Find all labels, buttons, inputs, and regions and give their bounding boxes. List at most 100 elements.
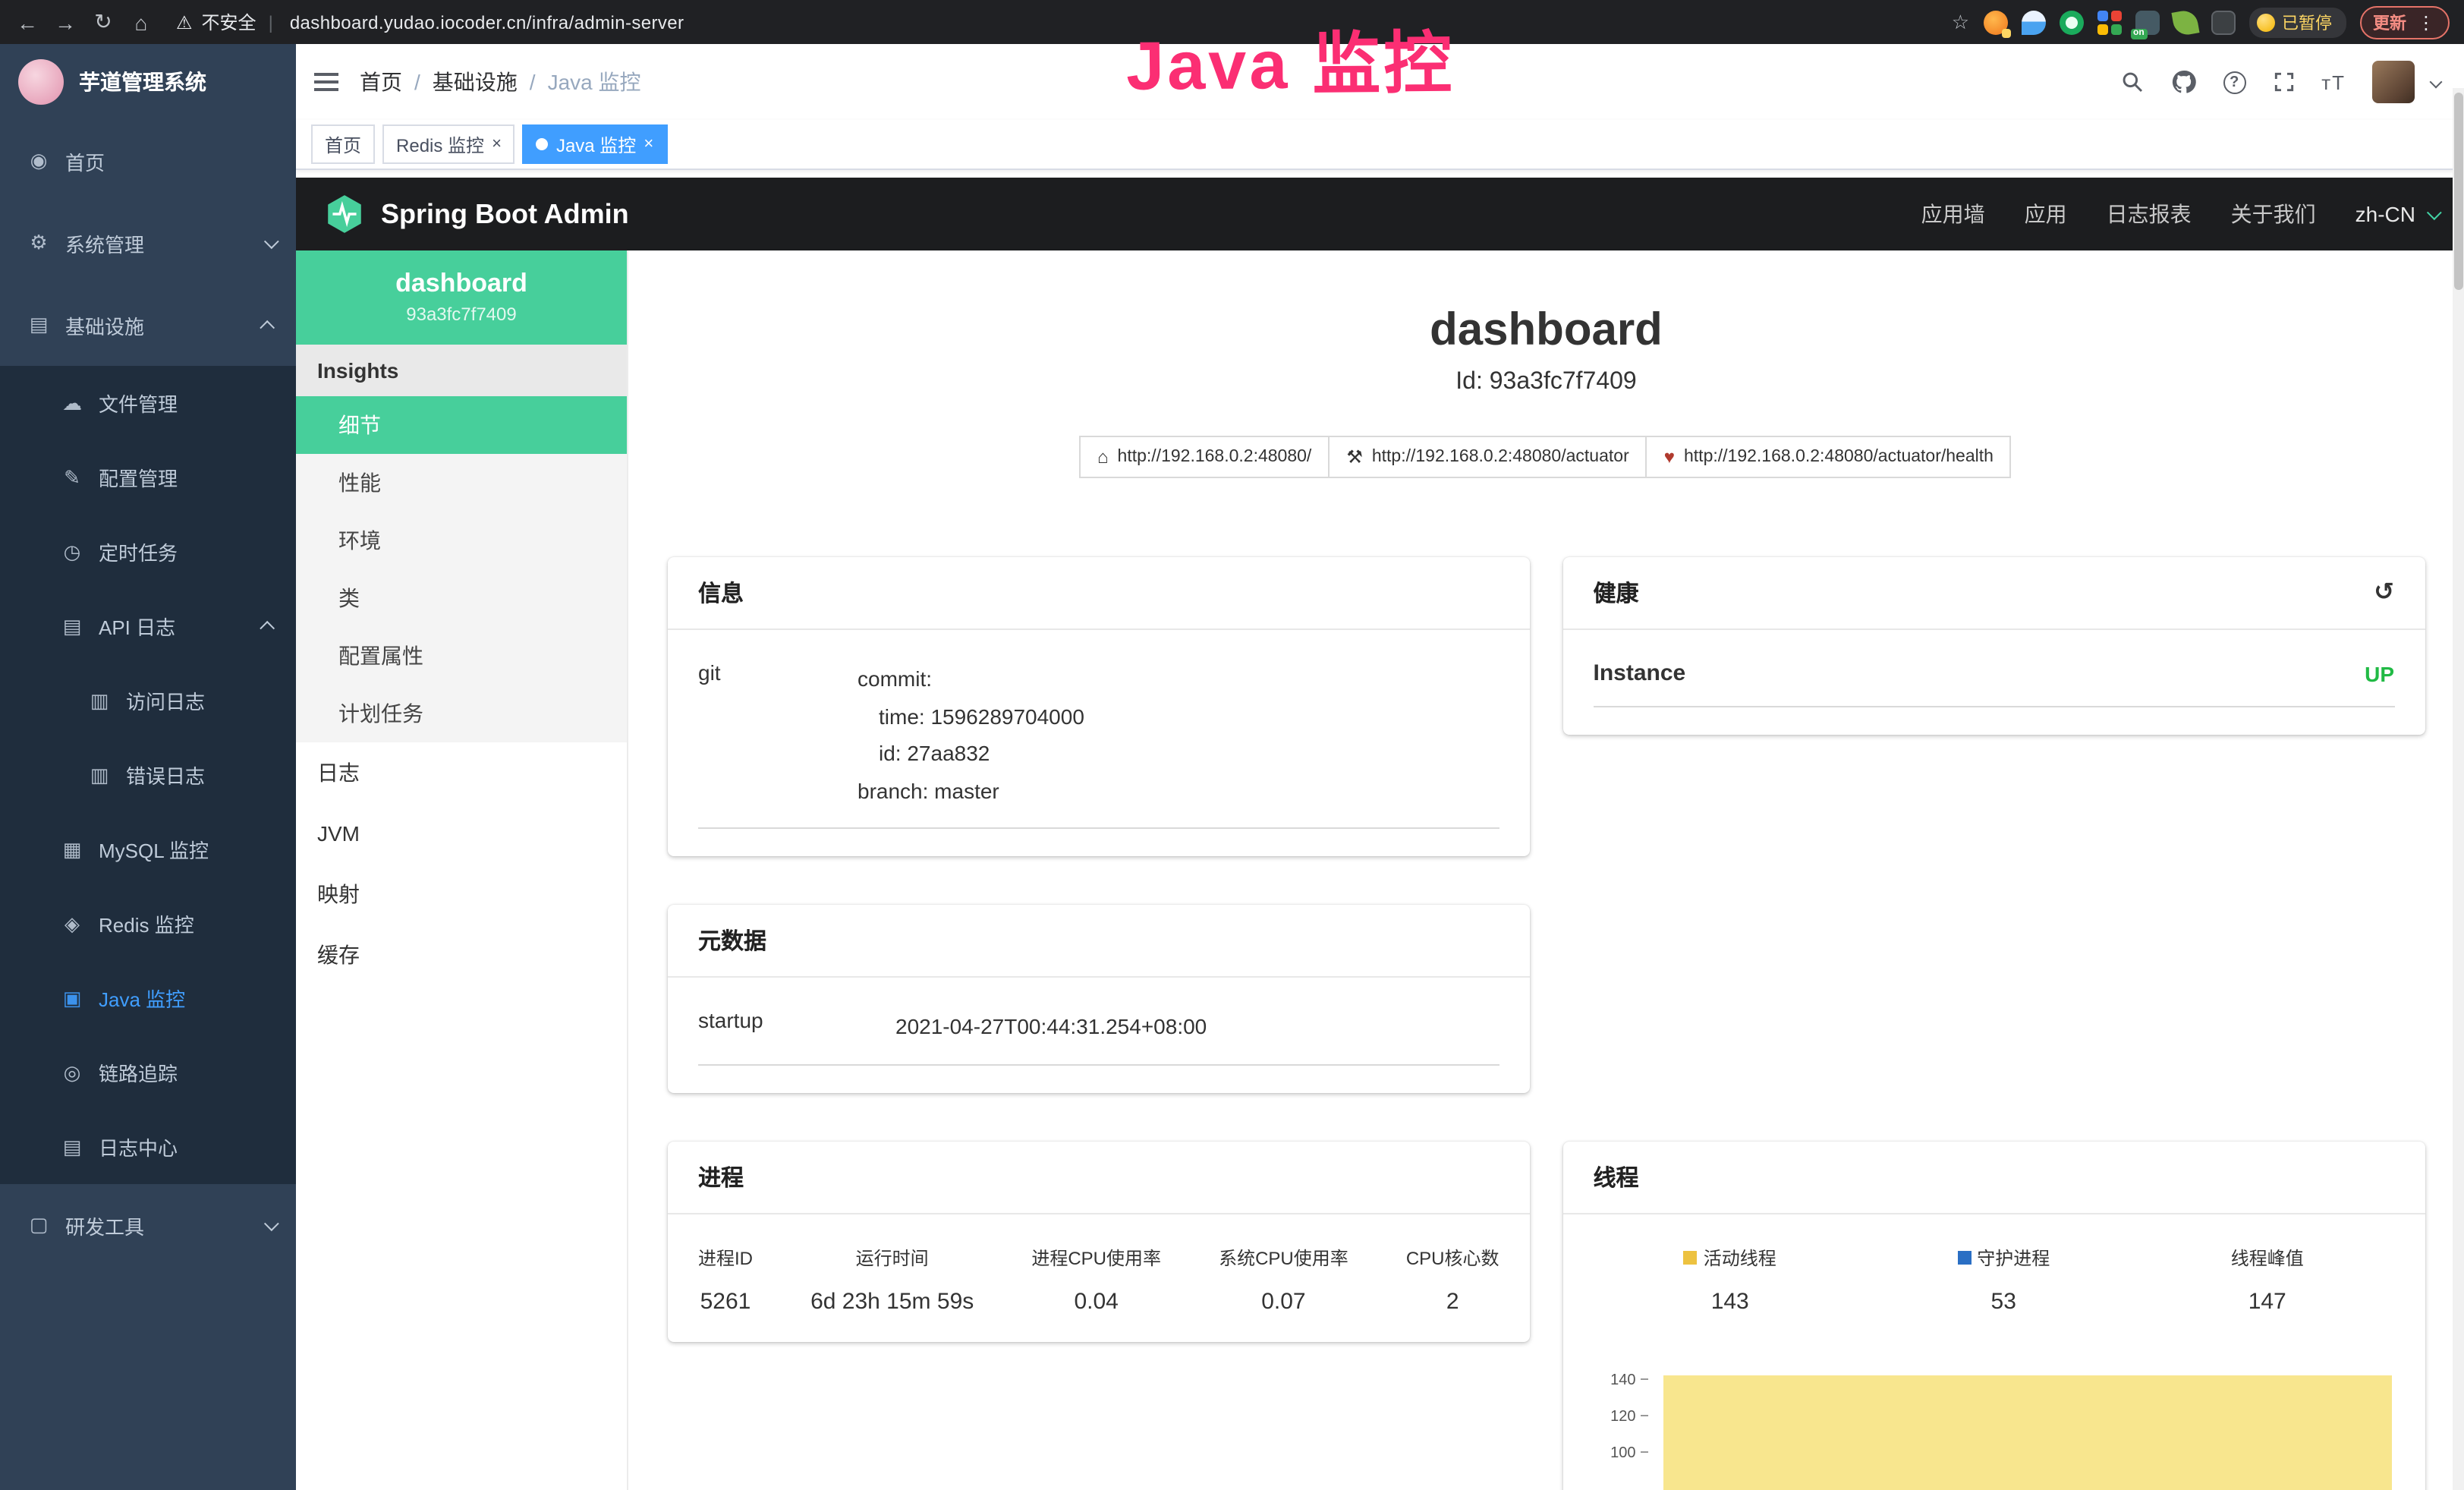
sba-item-logs[interactable]: 日志 <box>296 742 627 803</box>
chevron-down-icon <box>2426 204 2441 219</box>
extension-on-icon[interactable]: on <box>2135 10 2159 34</box>
page-title: dashboard <box>668 305 2425 357</box>
tab-java-monitor[interactable]: Java 监控 × <box>523 124 667 164</box>
health-card-title: 健康 <box>1594 577 1639 609</box>
sba-item-mappings[interactable]: 映射 <box>296 864 627 925</box>
sba-nav-about[interactable]: 关于我们 <box>2231 199 2316 229</box>
address-bar[interactable]: dashboard.yudao.iocoder.cn/infra/admin-s… <box>290 11 684 33</box>
process-card-title: 进程 <box>668 1141 1530 1214</box>
y-tick-100: 100 <box>1594 1444 1648 1461</box>
github-icon[interactable] <box>2170 68 2197 96</box>
security-indicator[interactable]: ⚠ 不安全 | <box>176 9 276 35</box>
scrollbar[interactable] <box>2452 88 2464 1490</box>
sidebar-item-redis-monitor[interactable]: ◈ Redis 监控 <box>0 887 296 961</box>
sba-item-performance[interactable]: 性能 <box>296 454 627 512</box>
forward-icon[interactable]: → <box>53 10 77 34</box>
extension-orange-icon[interactable] <box>1983 10 2007 34</box>
threads-chart: 140 120 100 <box>1594 1372 2395 1490</box>
legend-daemon-threads: 守护进程 53 <box>1957 1244 2050 1314</box>
refresh-icon[interactable]: ↻ <box>91 9 115 35</box>
process-metric-cpu-cores: CPU核心数 2 <box>1406 1244 1499 1314</box>
home-icon: ⌂ <box>1097 446 1109 468</box>
health-instance-row: Instance UP <box>1594 660 2395 707</box>
sidebar-item-log-center[interactable]: ▤ 日志中心 <box>0 1110 296 1184</box>
sba-item-classes[interactable]: 类 <box>296 569 627 627</box>
process-metric-process-cpu: 进程CPU使用率 0.04 <box>1031 1244 1161 1314</box>
heart-icon: ♥ <box>1664 446 1675 468</box>
breadcrumb-home[interactable]: 首页 <box>360 67 402 97</box>
divider: | <box>269 11 273 33</box>
sba-logo-icon <box>323 193 366 235</box>
git-id-line: id: 27aa832 <box>858 735 1499 772</box>
edit-icon: ✎ <box>61 465 83 490</box>
sba-item-details[interactable]: 细节 <box>296 396 627 454</box>
font-size-icon[interactable]: тT <box>2321 71 2346 93</box>
instance-header[interactable]: dashboard 93a3fc7f7409 <box>296 250 627 345</box>
history-icon[interactable]: ↺ <box>2374 581 2394 605</box>
sidebar-item-trace[interactable]: ◎ 链路追踪 <box>0 1035 296 1110</box>
search-icon[interactable] <box>2119 70 2144 94</box>
browser-update-button[interactable]: 更新 ⋮ <box>2359 5 2449 39</box>
sba-item-environment[interactable]: 环境 <box>296 512 627 569</box>
dashboard-icon: ◉ <box>27 149 50 173</box>
threads-card-title: 线程 <box>1563 1141 2425 1214</box>
sidebar-item-infrastructure[interactable]: ▤ 基础设施 <box>0 284 296 366</box>
health-card: 健康 ↺ Instance UP <box>1563 557 2425 735</box>
home-icon[interactable]: ⌂ <box>129 10 153 34</box>
breadcrumb-current: Java 监控 <box>548 67 641 97</box>
sba-item-jvm[interactable]: JVM <box>296 803 627 864</box>
sidebar-item-system[interactable]: ⚙ 系统管理 <box>0 202 296 284</box>
language-selector[interactable]: zh-CN <box>2355 202 2437 226</box>
gear-icon: ⚙ <box>27 231 50 255</box>
script-paused-badge[interactable]: 已暂停 <box>2248 7 2346 37</box>
tab-redis-monitor[interactable]: Redis 监控 × <box>382 124 515 164</box>
sidebar-item-scheduled-jobs[interactable]: ◷ 定时任务 <box>0 515 296 589</box>
extension-green-icon[interactable] <box>2059 10 2083 34</box>
hamburger-icon[interactable] <box>314 73 338 91</box>
sba-nav-journal[interactable]: 日志报表 <box>2107 199 2192 229</box>
fullscreen-icon[interactable] <box>2271 70 2296 94</box>
app-logo-avatar <box>18 59 64 105</box>
user-avatar[interactable] <box>2371 61 2414 103</box>
legend-active-threads: 活动线程 143 <box>1684 1244 1776 1314</box>
actuator-url-link[interactable]: ⚒ http://192.168.0.2:48080/actuator <box>1328 436 1647 478</box>
sba-nav-applications[interactable]: 应用 <box>2025 199 2067 229</box>
sidebar-item-api-log[interactable]: ▤ API 日志 <box>0 589 296 663</box>
scrollbar-thumb[interactable] <box>2453 93 2462 290</box>
instance-detail-panel: dashboard Id: 93a3fc7f7409 ⌂ http://192.… <box>628 250 2464 1490</box>
process-card: 进程 进程ID 5261 运行时间 6d 23h 15m 59 <box>668 1141 1530 1341</box>
sba-brand[interactable]: Spring Boot Admin <box>323 193 629 235</box>
sidebar-item-error-log[interactable]: ▥ 错误日志 <box>0 738 296 812</box>
threads-card: 线程 活动线程 143 守护进程 53 <box>1563 1141 2425 1490</box>
extension-drop-icon[interactable] <box>2021 10 2045 34</box>
bookmark-star-icon[interactable]: ☆ <box>1952 10 1969 34</box>
sidebar-item-java-monitor[interactable]: ▣ Java 监控 <box>0 961 296 1035</box>
sidebar-item-dev-tools[interactable]: ▢ 研发工具 <box>0 1184 296 1266</box>
sidebar-item-access-log[interactable]: ▥ 访问日志 <box>0 663 296 738</box>
info-git-row: git commit: time: 1596289704000 id: 27aa… <box>698 660 1499 829</box>
sba-nav-wallboard[interactable]: 应用墙 <box>1921 199 1985 229</box>
sidebar-item-file-management[interactable]: ☁ 文件管理 <box>0 366 296 440</box>
kebab-menu-icon[interactable]: ⋮ <box>2417 11 2435 33</box>
sidebar-item-mysql-monitor[interactable]: ▦ MySQL 监控 <box>0 812 296 887</box>
tab-home[interactable]: 首页 <box>311 124 375 164</box>
info-key: git <box>698 660 858 809</box>
sidebar-item-home[interactable]: ◉ 首页 <box>0 120 296 202</box>
chevron-down-icon <box>264 1215 279 1230</box>
close-icon[interactable]: × <box>644 136 653 153</box>
chevron-up-icon <box>260 621 275 636</box>
sba-item-caches[interactable]: 缓存 <box>296 925 627 985</box>
back-icon[interactable]: ← <box>15 10 39 34</box>
extension-leaf-icon[interactable] <box>2170 8 2198 36</box>
service-url-link[interactable]: ⌂ http://192.168.0.2:48080/ <box>1079 436 1330 478</box>
close-icon[interactable]: × <box>492 136 502 153</box>
sba-item-configprops[interactable]: 配置属性 <box>296 627 627 685</box>
health-url-link[interactable]: ♥ http://192.168.0.2:48080/actuator/heal… <box>1646 436 2012 478</box>
sidebar-item-config-management[interactable]: ✎ 配置管理 <box>0 440 296 515</box>
breadcrumb-infrastructure[interactable]: 基础设施 <box>433 67 518 97</box>
help-icon[interactable]: ? <box>2223 71 2245 93</box>
active-threads-area <box>1663 1375 2392 1490</box>
extension-grid-icon[interactable] <box>2097 10 2121 34</box>
extensions-puzzle-icon[interactable] <box>2211 10 2235 34</box>
sba-item-scheduled-tasks[interactable]: 计划任务 <box>296 685 627 742</box>
